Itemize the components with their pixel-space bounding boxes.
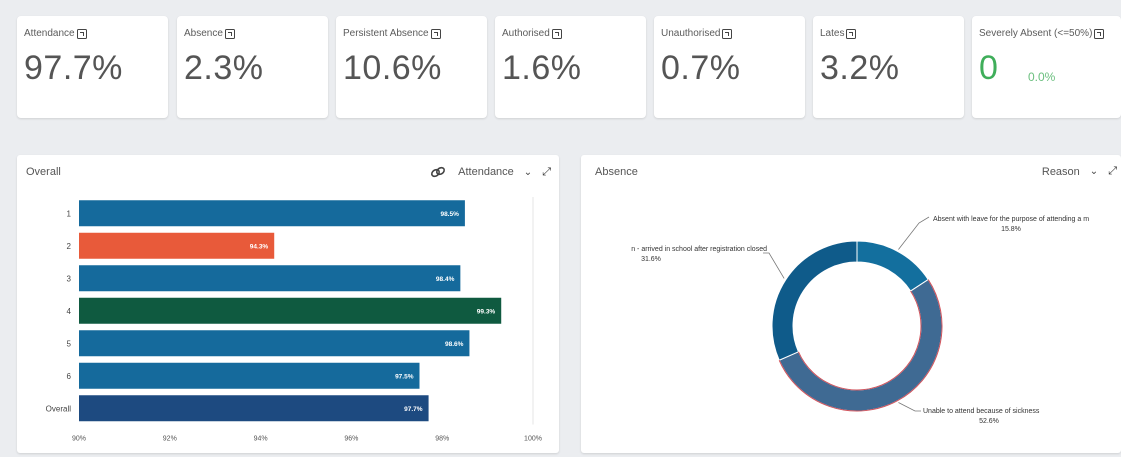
kpi-label: Severely Absent (<=50%) — [979, 28, 1093, 39]
slice-pct-label: 52.6% — [979, 418, 999, 425]
donut-slice — [856, 240, 929, 292]
open-external-icon[interactable] — [1094, 28, 1105, 39]
kpi-label: Unauthorised — [661, 28, 721, 39]
data-label: 98.6% — [445, 341, 464, 348]
kpi-card-absence[interactable]: Absence 2.3% — [177, 16, 328, 118]
data-label: 99.3% — [477, 308, 496, 315]
data-label: 97.5% — [395, 373, 414, 380]
attendance-bar-chart: 1 98.5% 2 94.3% 3 98.4% 4 99.3% 5 98.6% 6 97.5% Over… — [46, 197, 542, 443]
leader-line — [898, 216, 930, 250]
open-external-icon[interactable] — [430, 28, 441, 39]
slice-pct-label: 31.6% — [641, 256, 661, 263]
kpi-value: 0.7% — [661, 49, 741, 87]
category-label: 6 — [67, 372, 72, 381]
kpi-value: 1.6% — [502, 49, 582, 87]
x-tick-label: 94% — [254, 436, 268, 443]
overall-panel: Overall Attendance ⌄ ⤢ 1 98.5% 2 94.3% 3 98.4… — [17, 155, 559, 453]
bar — [79, 265, 461, 292]
kpi-value: 10.6% — [343, 49, 442, 87]
data-label: 94.3% — [250, 243, 269, 250]
kpi-card-severely-absent[interactable]: Severely Absent (<=50%) 0 0.0% — [972, 16, 1121, 118]
open-external-icon[interactable] — [76, 28, 87, 39]
bar — [79, 297, 502, 324]
x-tick-label: 90% — [72, 436, 86, 443]
x-tick-label: 98% — [435, 436, 449, 443]
kpi-label: Authorised — [502, 28, 550, 39]
x-tick-label: 96% — [344, 436, 358, 443]
leader-line — [898, 402, 921, 412]
bar — [79, 200, 465, 227]
kpi-label: Lates — [820, 28, 845, 39]
kpi-value: 3.2% — [820, 49, 900, 87]
kpi-value: 97.7% — [24, 49, 123, 87]
kpi-label: Absence — [184, 28, 223, 39]
bar — [79, 232, 275, 259]
leader-line — [763, 252, 785, 279]
category-label: 1 — [67, 209, 72, 218]
open-external-icon[interactable] — [551, 28, 562, 39]
kpi-card-persistent-absence[interactable]: Persistent Absence 10.6% — [336, 16, 487, 118]
data-label: 98.4% — [436, 276, 455, 283]
kpi-row: Attendance 97.7% Absence 2.3% Persistent… — [17, 16, 1121, 118]
data-label: 98.5% — [440, 211, 459, 218]
absence-panel: Absence Reason ⌄ ⤢ Absent with leave for… — [581, 155, 1121, 453]
kpi-card-unauthorised[interactable]: Unauthorised 0.7% — [654, 16, 805, 118]
kpi-card-authorised[interactable]: Authorised 1.6% — [495, 16, 646, 118]
bar — [79, 362, 420, 389]
open-external-icon[interactable] — [846, 28, 857, 39]
kpi-label: Attendance — [24, 28, 75, 39]
x-tick-label: 92% — [163, 436, 177, 443]
x-tick-label: 100% — [524, 436, 542, 443]
kpi-sub-value: 0.0% — [1028, 70, 1056, 84]
open-external-icon[interactable] — [722, 28, 733, 39]
slice-pct-label: 15.8% — [1001, 226, 1021, 233]
donut-slice — [771, 240, 858, 361]
data-label: 97.7% — [404, 406, 423, 413]
slice-label: n - arrived in school after registration… — [631, 246, 767, 253]
slice-label: Absent with leave for the purpose of att… — [933, 216, 1089, 223]
category-label: 2 — [67, 242, 72, 251]
absence-donut-chart: Absent with leave for the purpose of att… — [631, 216, 1089, 425]
category-label: 4 — [67, 307, 72, 316]
category-label: 3 — [67, 274, 72, 283]
category-label: 5 — [67, 339, 72, 348]
bar — [79, 395, 429, 422]
kpi-card-attendance[interactable]: Attendance 97.7% — [17, 16, 168, 118]
open-external-icon[interactable] — [224, 28, 235, 39]
kpi-value: 2.3% — [184, 49, 264, 87]
category-label: Overall — [46, 404, 72, 413]
bar — [79, 330, 470, 357]
kpi-label: Persistent Absence — [343, 28, 429, 39]
slice-label: Unable to attend because of sickness — [923, 408, 1040, 415]
kpi-card-lates[interactable]: Lates 3.2% — [813, 16, 964, 118]
